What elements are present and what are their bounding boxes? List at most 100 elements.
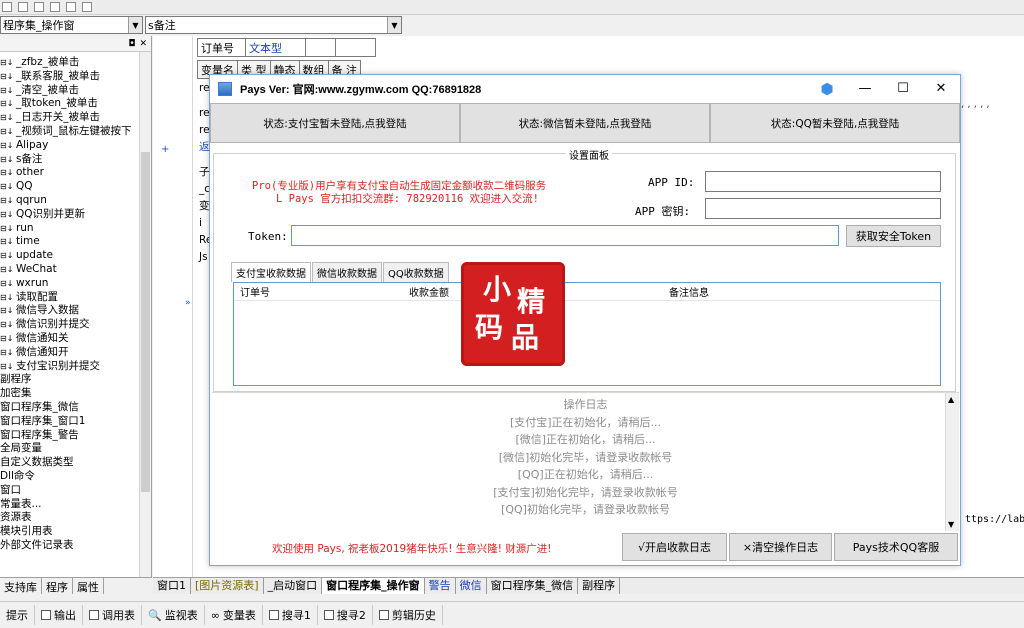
tab-wechat-data[interactable]: 微信收款数据 bbox=[312, 262, 382, 282]
toggle-log-button[interactable]: √开启收款日志 bbox=[622, 533, 727, 561]
tree-scrollbar[interactable] bbox=[139, 52, 151, 577]
tree-item[interactable]: ⊟↓ _zfbz_被单击 bbox=[0, 56, 140, 70]
table-icon[interactable] bbox=[50, 2, 60, 12]
chevron-down-icon[interactable]: ▼ bbox=[387, 17, 401, 33]
dialog-titlebar[interactable]: Pays Ver: 官网:www.zgymw.com QQ:76891828 ⬢… bbox=[210, 75, 960, 102]
minimize-button[interactable]: — bbox=[846, 75, 884, 102]
col-order-no[interactable]: 订单号 bbox=[234, 284, 409, 299]
tab-image-resources[interactable]: [图片资源表] bbox=[191, 578, 264, 594]
tab-operation-window[interactable]: 窗口程序集_操作窗 bbox=[322, 578, 425, 594]
maximize-button[interactable]: ☐ bbox=[884, 75, 922, 102]
data-tabs: 支付宝收款数据 微信收款数据 QQ收款数据 bbox=[231, 262, 450, 282]
grid-icon[interactable] bbox=[34, 2, 44, 12]
align-icon[interactable] bbox=[2, 2, 12, 12]
tree-item[interactable]: ⊟↓ update bbox=[0, 249, 140, 263]
close-icon[interactable]: ✕ bbox=[139, 39, 147, 49]
program-set-select[interactable]: 程序集_操作窗 ▼ bbox=[0, 16, 143, 34]
subroutine-select[interactable]: s备注 ▼ bbox=[145, 16, 402, 34]
tree-item[interactable]: ⊟↓ _视频词_鼠标左键被按下 bbox=[0, 125, 140, 139]
app-id-label: APP ID: bbox=[648, 176, 695, 189]
tree-item[interactable]: 资源表 bbox=[0, 511, 140, 525]
hint-tab[interactable]: 提示 bbox=[0, 605, 35, 625]
alipay-login-button[interactable]: 状态:支付宝暂未登陆,点我登陆 bbox=[210, 103, 460, 143]
wechat-login-button[interactable]: 状态:微信暂未登陆,点我登陆 bbox=[460, 103, 710, 143]
tab-startup-window[interactable]: _启动窗口 bbox=[264, 578, 323, 594]
tree-item[interactable]: ⊟↓ _清空_被单击 bbox=[0, 84, 140, 98]
bottom-status-bar: 提示 输出 调用表 🔍 监视表 ∞ 变量表 搜寻1 搜寻2 剪辑历史 bbox=[0, 601, 1024, 628]
format-icon[interactable] bbox=[18, 2, 28, 12]
tab-alipay-data[interactable]: 支付宝收款数据 bbox=[231, 262, 311, 282]
tree-item[interactable]: ⊟↓ other bbox=[0, 166, 140, 180]
tree-item[interactable]: 常量表... bbox=[0, 498, 140, 512]
search2-tab[interactable]: 搜寻2 bbox=[318, 605, 373, 625]
tree-item[interactable]: Dll命令 bbox=[0, 470, 140, 484]
tree-item[interactable]: 窗口程序集_警告 bbox=[0, 429, 140, 443]
pin-icon[interactable]: ◘ bbox=[128, 39, 135, 49]
app-key-input[interactable] bbox=[705, 198, 941, 219]
tab-qq-data[interactable]: QQ收款数据 bbox=[383, 262, 449, 282]
tree-item[interactable]: ⊟↓ s备注 bbox=[0, 153, 140, 167]
search1-tab[interactable]: 搜寻1 bbox=[263, 605, 318, 625]
col-remark[interactable]: 备注信息 bbox=[669, 284, 709, 299]
tree-item[interactable]: ⊟↓ time bbox=[0, 235, 140, 249]
expand-marker[interactable]: + bbox=[161, 144, 169, 155]
tree-item[interactable]: ⊟↓ 读取配置 bbox=[0, 291, 140, 305]
qq-login-button[interactable]: 状态:QQ暂未登陆,点我登陆 bbox=[710, 103, 960, 143]
tree-item[interactable]: 全局变量 bbox=[0, 442, 140, 456]
tree-item[interactable]: ⊟↓ Alipay bbox=[0, 139, 140, 153]
layout-icon[interactable] bbox=[66, 2, 76, 12]
tree-item-label: _清空_被单击 bbox=[15, 83, 79, 96]
clear-log-button[interactable]: ×清空操作日志 bbox=[729, 533, 832, 561]
tree-item[interactable]: ⊟↓ qqrun bbox=[0, 194, 140, 208]
token-input[interactable] bbox=[291, 225, 839, 246]
support-qq-button[interactable]: Pays技术QQ客服 bbox=[834, 533, 958, 561]
tab-warning[interactable]: 警告 bbox=[425, 578, 456, 594]
tree-item[interactable]: ⊟↓ run bbox=[0, 222, 140, 236]
tree-item[interactable]: 窗口 bbox=[0, 484, 140, 498]
tab-program[interactable]: 程序 bbox=[42, 578, 73, 594]
skin-icon[interactable]: ⬢ bbox=[808, 75, 846, 102]
window-icon[interactable] bbox=[82, 2, 92, 12]
tree-item[interactable]: ⊟↓ QQ识别并更新 bbox=[0, 208, 140, 222]
dialog-title: Pays Ver: 官网:www.zgymw.com QQ:76891828 bbox=[240, 83, 482, 96]
tree-item-label: 微信通知开 bbox=[15, 345, 69, 358]
tree-item[interactable]: ⊟↓ wxrun bbox=[0, 277, 140, 291]
tree-item[interactable]: 自定义数据类型 bbox=[0, 456, 140, 470]
payments-list[interactable]: 订单号 收款金额 备注信息 bbox=[233, 282, 941, 386]
tree-item[interactable]: 加密集 bbox=[0, 387, 140, 401]
tree-item[interactable]: ⊟↓ _联系客服_被单击 bbox=[0, 70, 140, 84]
chevron-down-icon[interactable]: ▼ bbox=[128, 17, 142, 33]
tree-item-label: run bbox=[15, 221, 34, 234]
clip-history-tab[interactable]: 剪辑历史 bbox=[373, 605, 443, 625]
tab-properties[interactable]: 属性 bbox=[73, 578, 104, 594]
tab-wechat-program-set[interactable]: 窗口程序集_微信 bbox=[487, 578, 579, 594]
tree-item[interactable]: 副程序 bbox=[0, 373, 140, 387]
tree-item[interactable]: ⊟↓ _取token_被单击 bbox=[0, 97, 140, 111]
tree-item[interactable]: 窗口程序集_微信 bbox=[0, 401, 140, 415]
tree-item[interactable]: 窗口程序集_窗口1 bbox=[0, 415, 140, 429]
tree-item[interactable]: 外部文件记录表 bbox=[0, 539, 140, 553]
watch-tab[interactable]: 🔍 监视表 bbox=[142, 605, 205, 625]
tree-item[interactable]: ⊟↓ 支付宝识别并提交 bbox=[0, 360, 140, 374]
tree-item[interactable]: 模块引用表 bbox=[0, 525, 140, 539]
operation-log[interactable]: 操作日志 [支付宝]正在初始化，请稍后... [微信]正在初始化，请稍后... … bbox=[212, 392, 959, 531]
get-token-button[interactable]: 获取安全Token bbox=[846, 225, 941, 247]
app-id-input[interactable] bbox=[705, 171, 941, 192]
close-button[interactable]: ✕ bbox=[922, 75, 960, 102]
call-table-tab[interactable]: 调用表 bbox=[83, 605, 142, 625]
tree-item-label: time bbox=[15, 235, 40, 248]
variable-tab[interactable]: ∞ 变量表 bbox=[205, 605, 263, 625]
tree-item[interactable]: ⊟↓ 微信通知开 bbox=[0, 346, 140, 360]
tree-item[interactable]: ⊟↓ 微信通知关 bbox=[0, 332, 140, 346]
output-tab[interactable]: 输出 bbox=[35, 605, 83, 625]
tree-item[interactable]: ⊟↓ WeChat bbox=[0, 263, 140, 277]
tab-window1[interactable]: 窗口1 bbox=[153, 578, 191, 594]
tree-item[interactable]: ⊟↓ 微信识别并提交 bbox=[0, 318, 140, 332]
tree-item[interactable]: ⊟↓ _日志开关_被单击 bbox=[0, 111, 140, 125]
tree-item[interactable]: ⊟↓ 微信导入数据 bbox=[0, 304, 140, 318]
tab-wechat[interactable]: 微信 bbox=[456, 578, 487, 594]
log-scrollbar[interactable]: ▲ ▼ bbox=[945, 393, 959, 531]
tab-support-lib[interactable]: 支持库 bbox=[0, 578, 42, 594]
tab-sub-program[interactable]: 副程序 bbox=[578, 578, 621, 594]
tree-item[interactable]: ⊟↓ QQ bbox=[0, 180, 140, 194]
